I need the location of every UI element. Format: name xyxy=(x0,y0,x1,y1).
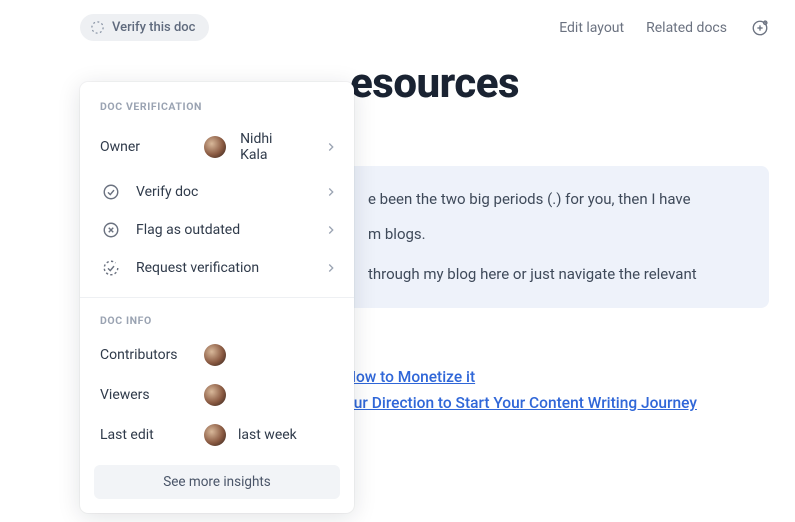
doc-link-direction[interactable]: our Direction to Start Your Content Writ… xyxy=(345,394,759,412)
panel-section-title-verification: DOC VERIFICATION xyxy=(80,98,354,121)
request-verify-icon xyxy=(100,259,122,277)
owner-label: Owner xyxy=(100,139,140,155)
callout-line: m blogs. xyxy=(368,223,741,246)
add-circle-icon[interactable] xyxy=(749,17,771,39)
chevron-right-icon xyxy=(324,261,338,275)
doc-verification-panel: DOC VERIFICATION Owner Nidhi Kala Verify… xyxy=(80,82,354,513)
x-circle-icon xyxy=(100,221,122,239)
verify-pill-label: Verify this doc xyxy=(112,20,195,35)
toolbar: Verify this doc Edit layout Related docs xyxy=(0,0,795,41)
callout-box: e been the two big periods (.) for you, … xyxy=(340,166,769,308)
last-edit-label: Last edit xyxy=(100,427,204,443)
links-block: How to Monetize it our Direction to Star… xyxy=(345,368,759,412)
toolbar-right: Edit layout Related docs xyxy=(559,17,771,39)
verify-this-doc-button[interactable]: Verify this doc xyxy=(80,14,209,41)
request-verification-label: Request verification xyxy=(136,260,259,276)
panel-section-title-info: DOC INFO xyxy=(80,308,354,335)
edit-layout-link[interactable]: Edit layout xyxy=(559,20,624,36)
panel-divider xyxy=(80,297,354,298)
owner-row[interactable]: Owner Nidhi Kala xyxy=(80,121,354,173)
check-circle-icon xyxy=(100,183,122,201)
avatar xyxy=(204,384,226,406)
callout-line: through my blog here or just navigate th… xyxy=(368,263,741,286)
verify-doc-row[interactable]: Verify doc xyxy=(80,173,354,211)
see-more-insights-button[interactable]: See more insights xyxy=(94,465,340,499)
flag-outdated-row[interactable]: Flag as outdated xyxy=(80,211,354,249)
dashed-circle-icon xyxy=(90,20,105,35)
avatar xyxy=(204,136,226,158)
avatar xyxy=(204,344,226,366)
chevron-right-icon xyxy=(324,185,338,199)
viewers-row: Viewers xyxy=(80,375,354,415)
last-edit-row: Last edit last week xyxy=(80,415,354,455)
page-title: esources xyxy=(350,59,759,108)
chevron-right-icon xyxy=(324,140,338,154)
viewers-label: Viewers xyxy=(100,387,204,403)
last-edit-value: last week xyxy=(238,427,297,443)
callout-line: e been the two big periods (.) for you, … xyxy=(368,188,741,211)
flag-outdated-label: Flag as outdated xyxy=(136,222,240,238)
request-verification-row[interactable]: Request verification xyxy=(80,249,354,287)
related-docs-link[interactable]: Related docs xyxy=(646,20,727,36)
owner-name: Nidhi Kala xyxy=(240,131,296,163)
verify-doc-label: Verify doc xyxy=(136,184,198,200)
contributors-row: Contributors xyxy=(80,335,354,375)
chevron-right-icon xyxy=(324,223,338,237)
avatar xyxy=(204,424,226,446)
doc-link-monetize[interactable]: How to Monetize it xyxy=(345,368,759,386)
contributors-label: Contributors xyxy=(100,347,204,363)
